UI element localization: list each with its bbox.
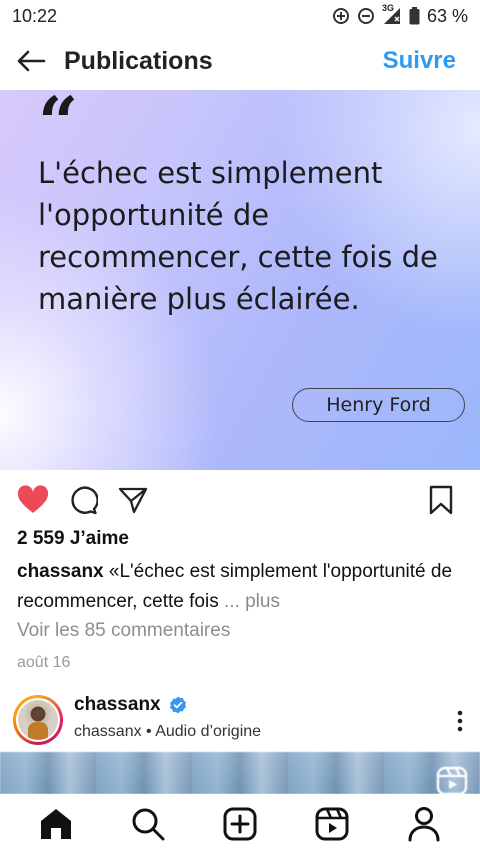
bookmark-icon bbox=[429, 485, 453, 515]
send-icon bbox=[118, 487, 148, 514]
next-post-username[interactable]: chassanx bbox=[74, 694, 161, 716]
follow-button[interactable]: Suivre bbox=[383, 47, 464, 75]
data-saver-icon bbox=[332, 7, 350, 25]
caption-username[interactable]: chassanx bbox=[17, 561, 104, 582]
post-caption[interactable]: chassanx «L'échec est simplement l'oppor… bbox=[17, 557, 467, 617]
share-button[interactable] bbox=[116, 483, 150, 517]
battery-percent: 63 % bbox=[426, 5, 468, 26]
post-date: août 16 bbox=[17, 654, 71, 671]
comment-button[interactable] bbox=[66, 483, 100, 517]
verified-icon bbox=[169, 696, 186, 714]
caption-more-link[interactable]: ... plus bbox=[219, 591, 280, 612]
nav-create[interactable] bbox=[215, 799, 265, 849]
heart-icon bbox=[17, 485, 49, 513]
back-button[interactable] bbox=[16, 46, 46, 76]
next-post-media[interactable] bbox=[0, 752, 480, 794]
arrow-left-icon bbox=[17, 50, 46, 72]
profile-icon bbox=[408, 807, 440, 842]
status-time: 10:22 bbox=[12, 5, 58, 26]
like-button[interactable] bbox=[16, 483, 50, 517]
reels-nav-icon bbox=[315, 807, 349, 841]
battery-icon bbox=[409, 7, 420, 25]
avatar[interactable] bbox=[13, 695, 63, 745]
post-image[interactable]: “ L'échec est simplement l'opportunité d… bbox=[0, 90, 480, 470]
status-icons: 3G 63 % bbox=[332, 3, 468, 27]
comment-icon bbox=[71, 486, 98, 515]
like-count[interactable]: 2 559 J’aime bbox=[17, 528, 129, 550]
view-comments-link[interactable]: Voir les 85 commentaires bbox=[17, 620, 230, 642]
status-bar: 10:22 3G 63 % bbox=[0, 0, 480, 32]
do-not-disturb-icon bbox=[357, 7, 375, 25]
bottom-navigation bbox=[0, 794, 480, 854]
next-post-header: chassanx chassanx • Audio d’origine bbox=[0, 690, 480, 750]
more-options-button[interactable] bbox=[450, 706, 470, 736]
quote-mark: “ bbox=[38, 90, 79, 164]
page-title: Publications bbox=[64, 46, 213, 75]
save-button[interactable] bbox=[424, 483, 458, 517]
add-post-icon bbox=[223, 807, 257, 841]
audio-source[interactable]: chassanx • Audio d’origine bbox=[74, 723, 261, 741]
reels-icon bbox=[436, 766, 468, 794]
post-actions bbox=[0, 478, 480, 522]
app-header: Publications Suivre bbox=[0, 32, 480, 90]
signal-icon: 3G bbox=[382, 3, 402, 25]
search-icon bbox=[132, 808, 165, 841]
more-vertical-icon bbox=[457, 710, 463, 732]
nav-home[interactable] bbox=[31, 799, 81, 849]
quote-text: L'échec est simplement l'opportunité de … bbox=[38, 156, 438, 316]
home-icon bbox=[41, 809, 71, 839]
nav-profile[interactable] bbox=[399, 799, 449, 849]
author-label: Henry Ford bbox=[292, 388, 465, 422]
nav-reels[interactable] bbox=[307, 799, 357, 849]
next-post-username-row[interactable]: chassanx bbox=[74, 694, 187, 716]
network-type: 3G bbox=[381, 3, 394, 13]
nav-search[interactable] bbox=[123, 799, 173, 849]
